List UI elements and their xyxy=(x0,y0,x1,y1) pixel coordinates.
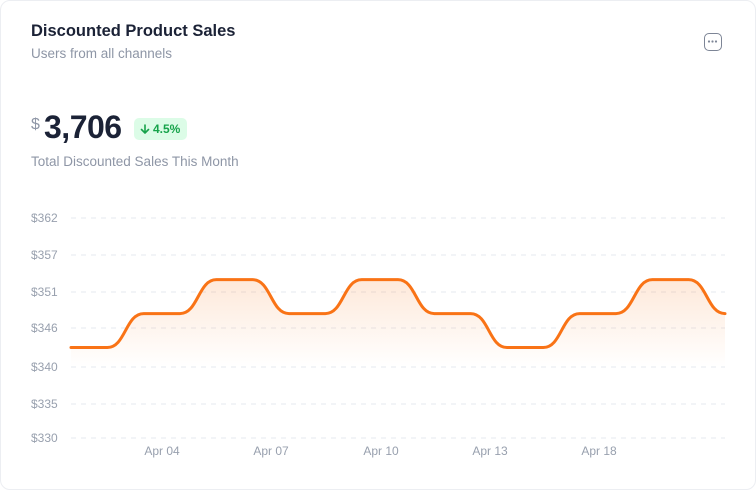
sales-card: Discounted Product Sales Users from all … xyxy=(0,0,756,490)
y-tick-label: $362 xyxy=(31,211,58,225)
x-tick-label: Apr 04 xyxy=(144,444,180,458)
y-tick-label: $346 xyxy=(31,321,58,335)
y-tick-label: $351 xyxy=(31,285,58,299)
y-tick-label: $330 xyxy=(31,431,58,445)
series-area xyxy=(71,279,725,367)
sales-area-chart: $330 $335 $340 $346 $351 $357 $362 Apr 04 Apr 0… xyxy=(31,211,727,458)
x-tick-label: Apr 18 xyxy=(581,444,617,458)
x-tick-label: Apr 13 xyxy=(472,444,508,458)
x-tick-label: Apr 07 xyxy=(253,444,289,458)
y-tick-label: $340 xyxy=(31,360,58,374)
x-tick-label: Apr 10 xyxy=(363,444,399,458)
y-tick-label: $357 xyxy=(31,248,58,262)
y-tick-label: $335 xyxy=(31,397,58,411)
